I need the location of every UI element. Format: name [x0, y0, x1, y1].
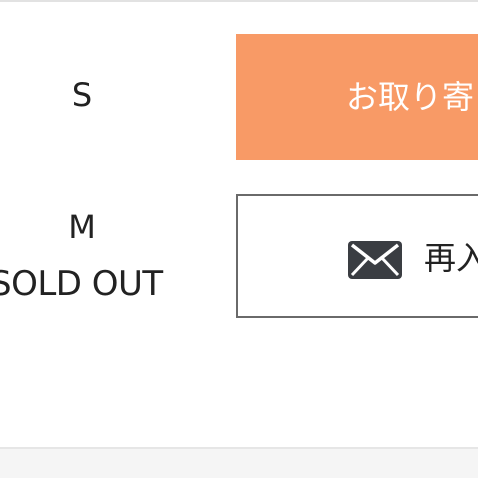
sold-out-status: SOLD OUT [0, 264, 163, 304]
restock-button-label: 再入 [424, 240, 478, 276]
restock-notify-button[interactable]: 再入 [236, 194, 478, 318]
bottom-strip [0, 449, 478, 478]
envelope-icon [348, 241, 402, 279]
order-button-label: お取り寄 [346, 79, 475, 115]
size-label-s: S [71, 76, 93, 114]
size-label-m: M [68, 208, 96, 246]
size-availability-panel: S お取り寄 M SOLD OUT 再入 [0, 0, 478, 478]
order-button[interactable]: お取り寄 [236, 34, 478, 160]
top-divider [0, 0, 478, 2]
